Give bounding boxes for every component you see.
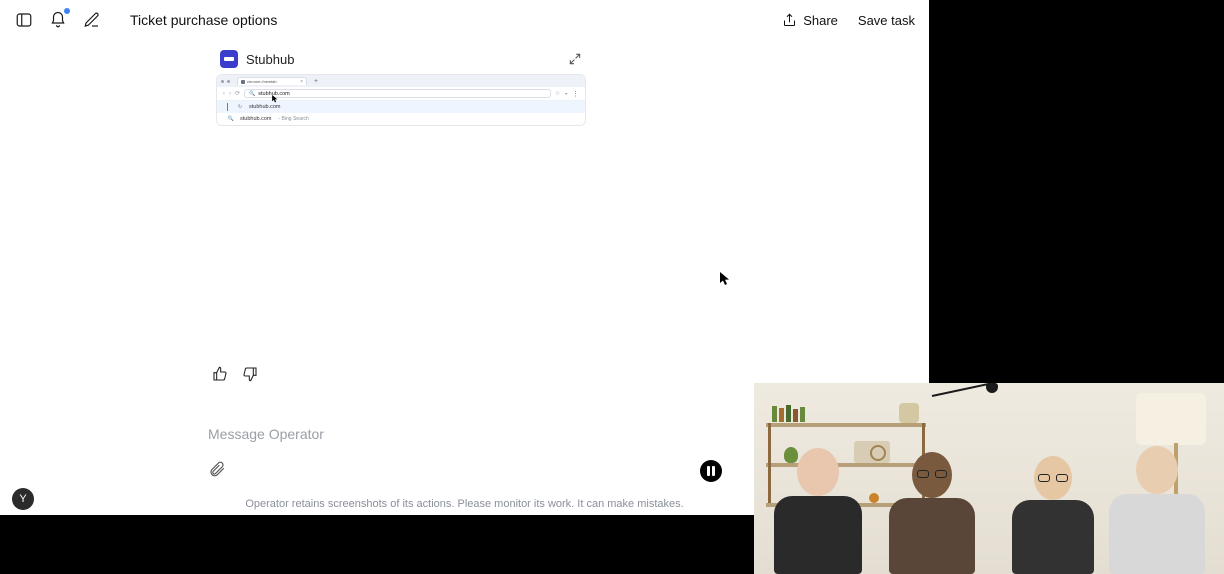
share-icon — [782, 13, 797, 28]
paperclip-icon — [208, 460, 226, 478]
share-button[interactable]: Share — [782, 13, 838, 28]
person-icon — [774, 448, 862, 574]
notification-dot — [64, 8, 70, 14]
suggestion-text: stubhub.com — [240, 116, 272, 122]
suggestion-row[interactable]: 🔍 stubhub.com - Bing Search — [217, 113, 585, 125]
menu-icon[interactable]: ⋮ — [572, 90, 579, 98]
forward-icon[interactable]: › — [229, 91, 231, 97]
stubhub-logo-icon — [220, 50, 238, 68]
user-avatar[interactable]: Y — [12, 488, 34, 510]
pause-button[interactable] — [700, 460, 722, 482]
reload-icon[interactable]: ⟳ — [235, 90, 240, 97]
mini-suggestions: ↻ stubhub.com 🔍 stubhub.com - Bing Searc… — [217, 101, 585, 125]
sidebar-toggle-icon[interactable] — [14, 10, 34, 30]
search-icon: 🔍 — [227, 116, 235, 122]
share-label: Share — [803, 13, 838, 28]
suggestion-sub: - Bing Search — [279, 116, 309, 122]
browser-card-title: Stubhub — [246, 52, 294, 67]
person-icon — [1109, 446, 1205, 574]
save-task-button[interactable]: Save task — [858, 13, 915, 28]
mini-cursor-icon — [272, 90, 278, 98]
star-icon[interactable]: ☆ — [555, 90, 560, 97]
history-icon: ↻ — [236, 104, 244, 110]
avatar-initial: Y — [19, 493, 26, 505]
search-icon: 🔍 — [249, 91, 255, 97]
new-tab-icon[interactable]: + — [314, 78, 318, 85]
cursor-icon — [720, 272, 730, 286]
browser-preview-card: Stubhub chrome://newtab × + ‹ — [216, 44, 586, 126]
person-icon — [1012, 456, 1094, 574]
thumbs-down-button[interactable] — [242, 366, 260, 384]
mini-address-input[interactable]: 🔍 stubhub.com — [244, 89, 551, 98]
mini-browser-tab[interactable]: chrome://newtab × — [237, 77, 307, 85]
webcam-overlay — [754, 383, 1224, 574]
thumbs-up-button[interactable] — [212, 366, 230, 384]
page-title: Ticket purchase options — [130, 12, 277, 28]
top-bar: Ticket purchase options Share Save task — [0, 0, 929, 40]
notifications-icon[interactable] — [48, 10, 68, 30]
profile-icon[interactable]: ◒ — [564, 91, 568, 97]
suggestion-text: stubhub.com — [249, 104, 281, 110]
expand-icon[interactable] — [568, 52, 582, 66]
attach-button[interactable] — [208, 460, 230, 482]
tab-favicon-icon — [241, 80, 245, 84]
feedback-bar — [212, 366, 260, 384]
close-tab-icon[interactable]: × — [300, 79, 303, 85]
compose-icon[interactable] — [82, 10, 102, 30]
back-icon[interactable]: ‹ — [223, 91, 225, 97]
message-input[interactable]: Message Operator — [208, 426, 720, 442]
pause-icon — [707, 466, 715, 476]
mini-tab-strip: chrome://newtab × + — [217, 75, 585, 87]
save-task-label: Save task — [858, 13, 915, 28]
person-icon — [889, 452, 975, 574]
message-placeholder: Message Operator — [208, 426, 720, 442]
mini-tab-label: chrome://newtab — [247, 79, 277, 84]
